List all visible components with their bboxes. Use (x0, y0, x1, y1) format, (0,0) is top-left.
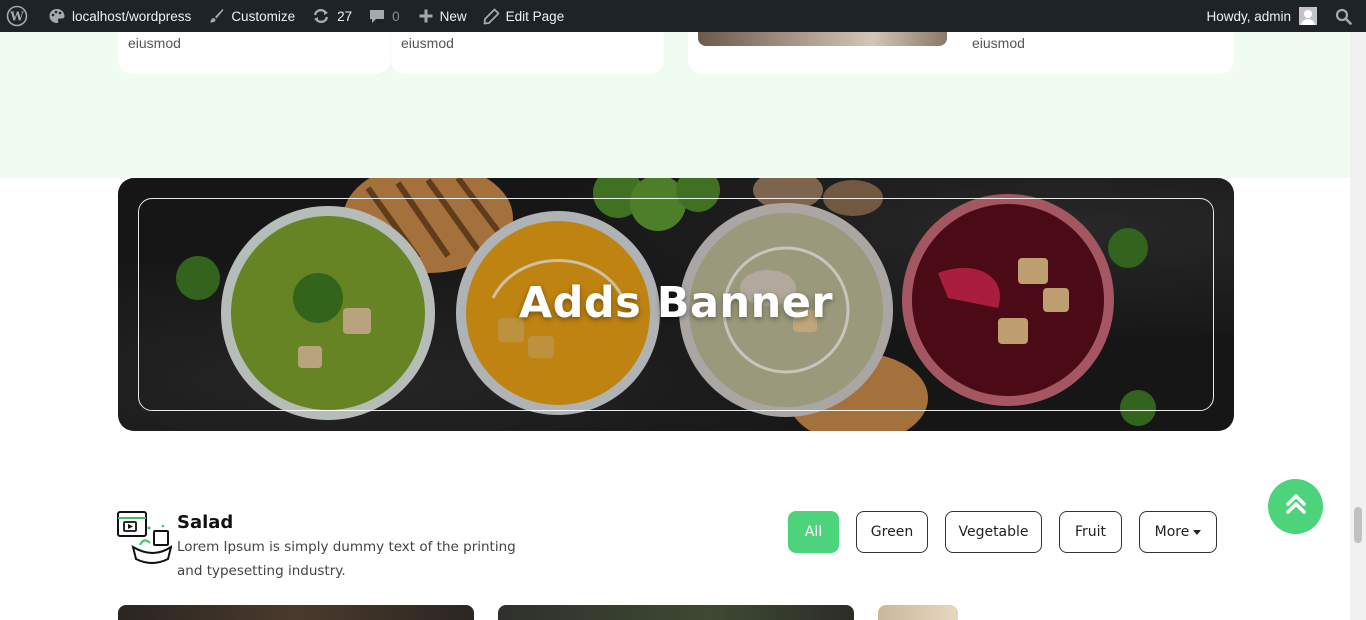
filter-label: Green (870, 524, 914, 540)
filter-label: More (1154, 524, 1190, 540)
wordpress-icon: W (6, 5, 28, 27)
comments-link[interactable]: 0 (360, 0, 408, 32)
comment-icon (368, 7, 386, 25)
card-text: eiusmod (401, 35, 454, 51)
wordpress-menu[interactable]: W (0, 0, 36, 32)
comments-count: 0 (392, 8, 400, 24)
product-card-image[interactable] (498, 605, 854, 620)
ads-banner[interactable]: Adds Banner (118, 178, 1234, 431)
refresh-icon (311, 7, 331, 25)
product-thumbnail[interactable] (878, 605, 958, 620)
admin-bar: W localhost/wordpress Customize 27 0 New (0, 0, 1366, 32)
updates-link[interactable]: 27 (303, 0, 360, 32)
howdy-label: Howdy, admin (1206, 8, 1291, 24)
filter-label: All (804, 524, 823, 540)
filter-all-button[interactable]: All (788, 511, 839, 553)
site-name-link[interactable]: localhost/wordpress (36, 0, 199, 32)
product-card[interactable]: eiusmod (118, 32, 390, 74)
plus-icon (418, 8, 434, 24)
caret-down-icon (1193, 529, 1202, 535)
brush-icon (207, 7, 225, 25)
admin-search[interactable] (1323, 0, 1366, 32)
card-text: eiusmod (128, 35, 181, 51)
product-card[interactable]: eiusmod (688, 32, 1234, 74)
search-icon (1335, 8, 1352, 25)
section-title: Salad (177, 512, 234, 533)
pencil-icon (483, 8, 500, 25)
card-text: eiusmod (972, 35, 1025, 51)
filter-more-dropdown[interactable]: More (1139, 511, 1217, 553)
salad-video-icon (116, 509, 173, 567)
product-card-image[interactable] (118, 605, 474, 620)
filter-label: Vegetable (958, 524, 1029, 540)
banner-title: Adds Banner (518, 278, 834, 328)
scrollbar-thumb[interactable] (1354, 507, 1362, 543)
featured-section: eiusmod eiusmod eiusmod (0, 32, 1350, 178)
customize-link[interactable]: Customize (199, 0, 303, 32)
product-image (698, 32, 947, 46)
edit-page-label: Edit Page (505, 8, 565, 24)
filter-label: Fruit (1074, 524, 1107, 540)
edit-page-link[interactable]: Edit Page (475, 0, 573, 32)
filter-fruit-button[interactable]: Fruit (1059, 511, 1122, 553)
filter-vegetable-button[interactable]: Vegetable (945, 511, 1042, 553)
product-card[interactable]: eiusmod (391, 32, 664, 74)
updates-count: 27 (337, 8, 353, 24)
new-content-link[interactable]: New (408, 0, 475, 32)
new-label: New (439, 8, 467, 24)
account-menu[interactable]: Howdy, admin (1198, 0, 1323, 32)
section-description: Lorem Ipsum is simply dummy text of the … (177, 539, 516, 579)
palette-icon (48, 7, 66, 25)
avatar-icon (1299, 7, 1317, 25)
double-chevron-up-icon (1285, 492, 1307, 521)
back-to-top-button[interactable] (1268, 479, 1323, 534)
svg-text:W: W (9, 10, 24, 24)
filter-green-button[interactable]: Green (856, 511, 928, 553)
customize-label: Customize (231, 8, 296, 24)
site-name-label: localhost/wordpress (72, 8, 192, 24)
